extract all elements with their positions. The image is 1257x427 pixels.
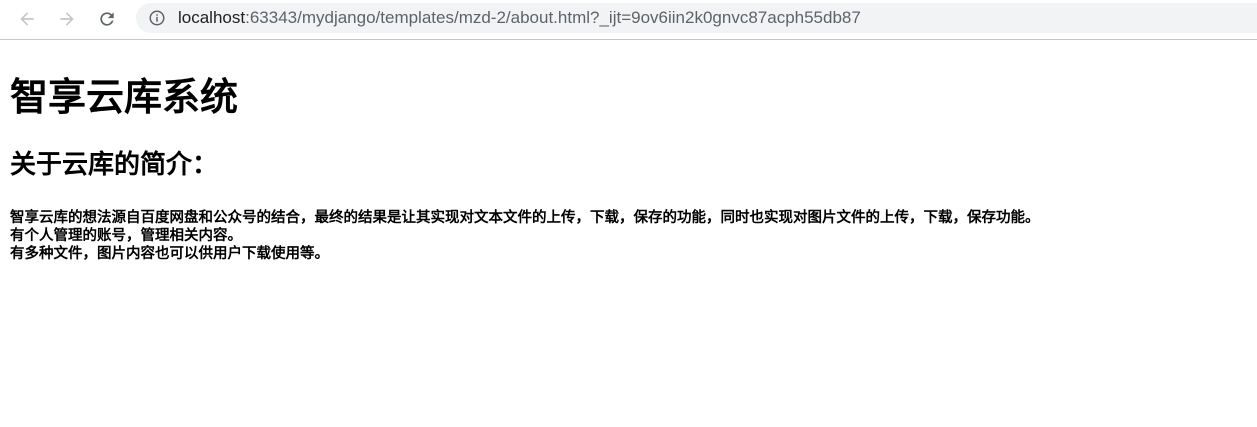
page-subtitle: 关于云库的简介： [10,150,219,180]
back-button[interactable] [11,3,43,35]
address-bar[interactable]: localhost:63343/mydjango/templates/mzd-2… [136,3,1257,33]
url-path: :63343/mydjango/templates/mzd-2/about.ht… [245,8,861,27]
forward-button[interactable] [51,3,83,35]
url-host: localhost [178,8,246,27]
arrow-right-icon [60,12,74,26]
browser-toolbar: localhost:63343/mydjango/templates/mzd-2… [0,0,1257,40]
page-content: 智享云库系统 关于云库的简介： 智享云库的想法源自百度网盘和公众号的结合，最终的… [10,71,1257,263]
arrow-left-icon [20,12,34,26]
intro-line: 有多种文件，图片内容也可以供用户下载使用等。 [10,246,329,262]
url-text[interactable]: localhost:63343/mydjango/templates/mzd-2… [178,8,861,28]
reload-button[interactable] [91,3,123,35]
page-title: 智享云库系统 [10,75,239,119]
intro-line: 有个人管理的账号，管理相关内容。 [10,228,242,244]
intro-paragraph: 智享云库的想法源自百度网盘和公众号的结合，最终的结果是让其实现对文本文件的上传，… [10,209,1257,263]
reload-icon [100,12,114,26]
intro-line: 智享云库的想法源自百度网盘和公众号的结合，最终的结果是让其实现对文本文件的上传，… [10,210,1040,226]
info-circle-icon[interactable] [148,9,166,27]
